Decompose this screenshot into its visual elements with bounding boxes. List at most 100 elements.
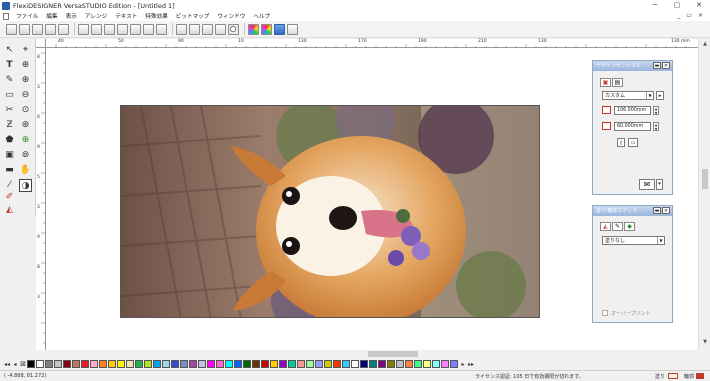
- fill-type-dropdown[interactable]: 塗りなし ▼: [602, 236, 665, 245]
- color-swatch[interactable]: [153, 360, 161, 368]
- zoom-page-tool-icon[interactable]: ⊛: [19, 119, 32, 132]
- horizontal-scrollbar[interactable]: [46, 350, 698, 358]
- undo-icon[interactable]: [117, 23, 128, 35]
- color-swatch[interactable]: [360, 360, 368, 368]
- horizontal-scroll-thumb[interactable]: [368, 351, 418, 357]
- print-icon[interactable]: [58, 23, 69, 35]
- menu-bitmap[interactable]: ビットマップ: [172, 12, 214, 20]
- scroll-up-icon[interactable]: ▲: [699, 41, 710, 47]
- pan-tool-icon[interactable]: ✋: [19, 164, 32, 177]
- zoom-selection-tool-icon[interactable]: ⊕: [19, 134, 32, 147]
- group-icon[interactable]: [176, 23, 187, 35]
- doc-close-button[interactable]: ×: [695, 11, 706, 21]
- text-tool-icon[interactable]: T: [3, 59, 16, 72]
- paste-icon[interactable]: [104, 23, 115, 35]
- horizontal-ruler[interactable]: 40 50 90 10 130 170 190 210 130 130 mm: [46, 39, 698, 48]
- color-swatch[interactable]: [63, 360, 71, 368]
- menu-effects[interactable]: 特殊効果: [141, 12, 171, 20]
- height-field[interactable]: 60.000mm: [614, 122, 651, 131]
- color-swatch[interactable]: [315, 360, 323, 368]
- width-stepper[interactable]: ▲ ▼: [653, 106, 659, 115]
- no-color-swatch[interactable]: ⊠: [19, 360, 27, 368]
- color-swatch[interactable]: [162, 360, 170, 368]
- redo-list-icon[interactable]: [156, 23, 167, 35]
- send-to-device-icon[interactable]: [274, 23, 285, 35]
- zoom-in-tool-icon[interactable]: ⊕: [19, 74, 32, 87]
- color-palette-icon[interactable]: [248, 23, 259, 35]
- design-central-title-bar[interactable]: デザインセントラル ▬ ✕: [593, 61, 672, 71]
- stroke-tab-icon[interactable]: ✎: [612, 222, 623, 231]
- menu-help[interactable]: ヘルプ: [249, 12, 274, 20]
- menu-view[interactable]: 表示: [62, 12, 81, 20]
- zoom-out-tool-icon[interactable]: ⊖: [19, 89, 32, 102]
- align-icon[interactable]: [202, 23, 213, 35]
- color-swatch[interactable]: [144, 360, 152, 368]
- color-swatch[interactable]: [117, 360, 125, 368]
- import-icon[interactable]: [45, 23, 56, 35]
- minimize-button[interactable]: ─: [644, 0, 666, 11]
- select-tool-icon[interactable]: ↖: [3, 44, 16, 57]
- pen-tool-icon[interactable]: ✎: [3, 74, 16, 87]
- effect-tab-icon[interactable]: ◆: [624, 222, 635, 231]
- zoom-icon[interactable]: [228, 23, 239, 35]
- copy-icon[interactable]: [91, 23, 102, 35]
- preset-dropdown[interactable]: カスタム ▼: [602, 91, 654, 100]
- color-swatch[interactable]: [405, 360, 413, 368]
- color-swatch[interactable]: [441, 360, 449, 368]
- zoom-fit-tool-icon[interactable]: ⊙: [19, 104, 32, 117]
- color-swatch[interactable]: [81, 360, 89, 368]
- color-swatch[interactable]: [414, 360, 422, 368]
- color-swatch[interactable]: [450, 360, 458, 368]
- menu-arrange[interactable]: アレンジ: [81, 12, 111, 20]
- portrait-button[interactable]: ▯: [617, 138, 625, 147]
- color-swatch[interactable]: [45, 360, 53, 368]
- color-swatch[interactable]: [387, 360, 395, 368]
- redo-icon[interactable]: [130, 23, 141, 35]
- color-swatch[interactable]: [297, 360, 305, 368]
- doc-restore-button[interactable]: ▭: [683, 11, 695, 21]
- color-swatch[interactable]: [324, 360, 332, 368]
- new-file-icon[interactable]: [6, 23, 17, 35]
- eraser-tool-icon[interactable]: ✂: [3, 104, 16, 117]
- imported-dog-photo[interactable]: [120, 105, 540, 318]
- fill-bucket-tool-icon[interactable]: ◭: [3, 204, 16, 217]
- envelope-menu-button[interactable]: ▾: [656, 179, 663, 190]
- menu-text[interactable]: テキスト: [111, 12, 141, 20]
- color-swatch[interactable]: [27, 360, 35, 368]
- palette-prev-icon[interactable]: ◂: [11, 361, 19, 368]
- vertical-scroll-thumb[interactable]: [702, 169, 708, 189]
- text-tab-icon[interactable]: ▤: [612, 78, 623, 87]
- width-field[interactable]: 106.000mm: [614, 106, 651, 115]
- weld-tool-icon[interactable]: Ƶ: [3, 119, 16, 132]
- color-swatch[interactable]: [432, 360, 440, 368]
- vertical-scrollbar[interactable]: ▲ ▼: [698, 39, 710, 350]
- color-swatch[interactable]: [135, 360, 143, 368]
- color-swatch[interactable]: [270, 360, 278, 368]
- color-swatch[interactable]: [99, 360, 107, 368]
- menu-window[interactable]: ウィンドウ: [213, 12, 249, 20]
- preset-apply-button[interactable]: ▸: [656, 91, 664, 100]
- color-swatch[interactable]: [378, 360, 386, 368]
- bitmap-trace-icon[interactable]: [215, 23, 226, 35]
- save-icon[interactable]: [32, 23, 43, 35]
- zoom-all-tool-icon[interactable]: ⊚: [19, 149, 32, 162]
- panel-minimize-button[interactable]: ▬: [653, 207, 661, 214]
- production-manager-icon[interactable]: [287, 23, 298, 35]
- envelope-icon[interactable]: ✉: [639, 179, 655, 190]
- zoom-tool-icon[interactable]: ⊕: [19, 59, 32, 72]
- color-swatch[interactable]: [72, 360, 80, 368]
- color-mixer-icon[interactable]: [261, 23, 272, 35]
- doc-minimize-button[interactable]: _: [674, 11, 683, 21]
- overprint-checkbox[interactable]: [602, 310, 608, 316]
- ungroup-icon[interactable]: [189, 23, 200, 35]
- document-icon[interactable]: [3, 12, 9, 20]
- color-swatch[interactable]: [333, 360, 341, 368]
- fill-tab-icon[interactable]: ◭: [600, 222, 611, 231]
- color-swatch[interactable]: [234, 360, 242, 368]
- color-swatch[interactable]: [369, 360, 377, 368]
- color-pick-tool-icon[interactable]: ✐: [3, 191, 16, 204]
- color-swatch[interactable]: [54, 360, 62, 368]
- color-swatch[interactable]: [252, 360, 260, 368]
- fill-editor-title-bar[interactable]: 塗り/輪郭エディタ ▬ ✕: [593, 206, 672, 216]
- color-swatch[interactable]: [216, 360, 224, 368]
